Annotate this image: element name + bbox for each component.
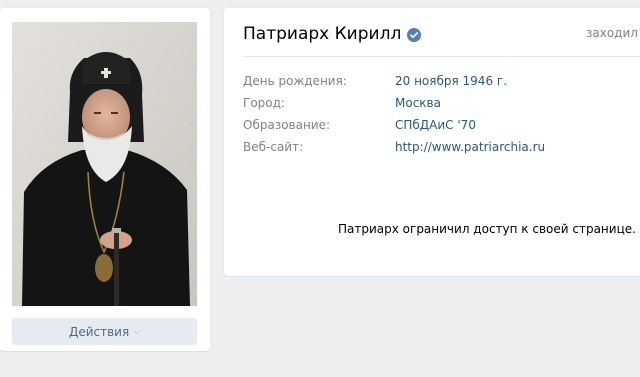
divider xyxy=(243,56,640,57)
chevron-down-icon: ⌵ xyxy=(133,326,141,337)
profile-photo[interactable] xyxy=(12,22,197,306)
info-row-city: Город: Москва xyxy=(243,94,441,112)
info-row-birthday: День рождения: 20 ноября 1946 г. xyxy=(243,72,507,90)
info-value-birthday[interactable]: 20 ноября 1946 г. xyxy=(395,74,507,88)
actions-label: Действия xyxy=(68,324,130,339)
info-value-education[interactable]: СПбДАиС '70 xyxy=(395,118,476,132)
profile-info-card: Патриарх Кирилл заходил в День рождения:… xyxy=(224,8,640,276)
actions-button[interactable]: Действия ⌵ xyxy=(12,318,197,345)
profile-header: Патриарх Кирилл xyxy=(243,22,640,46)
info-row-education: Образование: СПбДАиС '70 xyxy=(243,116,476,134)
info-value-city[interactable]: Москва xyxy=(395,96,441,110)
profile-photo-card: Действия ⌵ xyxy=(0,8,210,351)
info-label: Веб-сайт: xyxy=(243,140,304,154)
info-label: Образование: xyxy=(243,118,331,132)
profile-photo-image xyxy=(12,22,197,306)
info-label: Город: xyxy=(243,96,285,110)
verified-icon[interactable] xyxy=(407,27,422,42)
private-profile-notice: Патриарх ограничил доступ к своей страни… xyxy=(338,222,636,236)
info-label: День рождения: xyxy=(243,74,347,88)
page-title: Патриарх Кирилл xyxy=(243,24,402,44)
info-row-website: Веб-сайт: http://www.patriarchia.ru xyxy=(243,138,545,156)
info-value-website[interactable]: http://www.patriarchia.ru xyxy=(395,140,545,154)
last-seen-status: заходил в xyxy=(586,26,640,40)
